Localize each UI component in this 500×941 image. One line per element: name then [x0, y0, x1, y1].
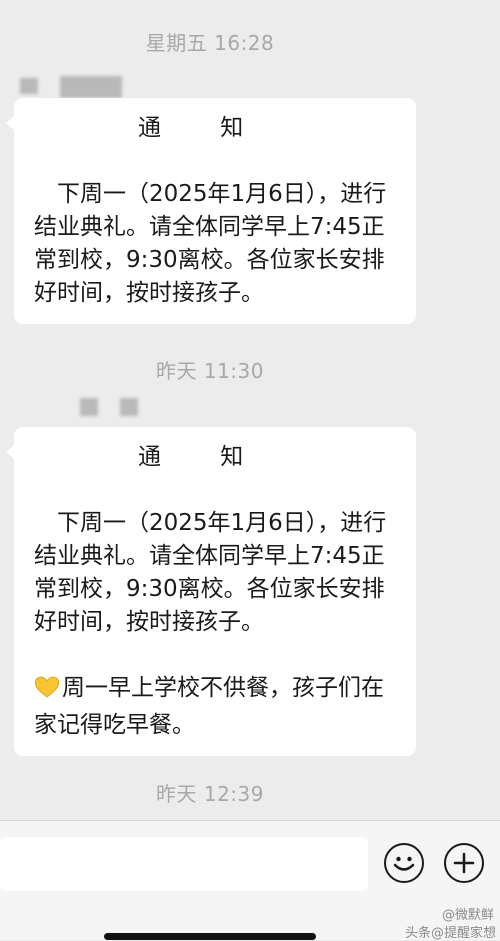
watermark-line1: @微默鲜 [441, 908, 494, 923]
sender-avatar-blurred[interactable] [20, 78, 38, 94]
timestamp: 星期五 16:28 [145, 31, 275, 55]
emoji-button[interactable] [384, 843, 424, 883]
sender-name-blurred [60, 76, 122, 98]
sender-name-blurred [120, 398, 138, 416]
message-input[interactable] [0, 837, 368, 891]
yellow-heart-icon [34, 675, 60, 709]
notice-body: 下周一（2025年1月6日），进行结业典礼。请全体同学早上7:45正常到校，9:… [34, 510, 387, 635]
timestamp: 昨天 12:39 [156, 782, 264, 806]
notice-title: 通 知 [138, 444, 270, 470]
notice-note-text: 周一早上学校不供餐，孩子们在家记得吃早餐。 [34, 675, 384, 738]
sender-avatar-blurred[interactable] [80, 398, 98, 416]
message-bubble[interactable]: 通 知 下周一（2025年1月6日），进行结业典礼。请全体同学早上7:45正常到… [6, 98, 416, 324]
watermark-line2: 头条@提醒家想 [404, 926, 496, 941]
notice-body: 下周一（2025年1月6日），进行结业典礼。请全体同学早上7:45正常到校，9:… [34, 181, 387, 306]
home-indicator [104, 933, 316, 940]
plus-circle-icon [453, 852, 474, 873]
emoji-face-icon [393, 856, 414, 871]
notice-note: 周一早上学校不供餐，孩子们在家记得吃早餐。 [34, 672, 402, 742]
add-button[interactable] [444, 843, 484, 883]
timestamp: 昨天 11:30 [156, 359, 264, 383]
message-bubble[interactable]: 通 知 下周一（2025年1月6日），进行结业典礼。请全体同学早上7:45正常到… [6, 427, 416, 756]
notice-title: 通 知 [138, 115, 270, 141]
